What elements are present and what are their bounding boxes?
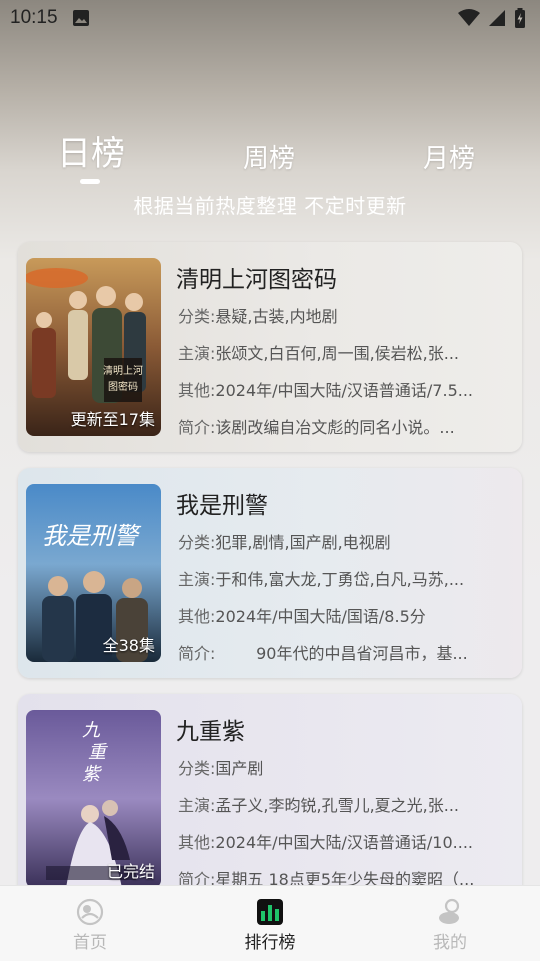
drama-poster[interactable]: 我是刑警 全38集 bbox=[26, 484, 161, 662]
poster-title-text: 我是刑警 bbox=[42, 522, 142, 550]
category-label: 分类: bbox=[178, 307, 216, 326]
intro-row: 简介: 90年代的中昌省河昌市，基... bbox=[178, 640, 508, 664]
poster-title-text: 九 bbox=[82, 720, 101, 741]
category-label: 分类: bbox=[178, 533, 216, 552]
episode-badge: 已完结 bbox=[106, 862, 155, 881]
signal-icon bbox=[489, 10, 505, 26]
drama-card[interactable]: 我是刑警 全38集 我是刑警 分类:犯罪,剧情,国产剧,电视剧 主演:于和伟,富… bbox=[18, 468, 522, 678]
nav-ranking-label: 排行榜 bbox=[244, 933, 296, 953]
gallery-notification-icon bbox=[72, 10, 89, 26]
intro-label: 简介: bbox=[178, 644, 216, 663]
wifi-icon bbox=[458, 9, 480, 26]
episode-badge: 全38集 bbox=[102, 636, 155, 655]
cast-label: 主演: bbox=[178, 570, 216, 589]
cast-value: 于和伟,富大龙,丁勇岱,白凡,马苏,... bbox=[215, 570, 465, 589]
other-row: 其他:2024年/中国大陆/汉语普通话/7.5... bbox=[178, 377, 508, 401]
ranking-subtitle: 根据当前热度整理 不定时更新 bbox=[133, 194, 407, 218]
category-value: 国产剧 bbox=[215, 759, 264, 778]
other-row: 其他:2024年/中国大陆/汉语普通话/10.... bbox=[178, 829, 508, 853]
intro-row: 简介:该剧改编自冶文彪的同名小说。... bbox=[178, 414, 508, 438]
svg-text:紫: 紫 bbox=[82, 764, 102, 785]
ranking-tabs: 日榜 周榜 月榜 bbox=[0, 130, 540, 190]
cast-row: 主演:于和伟,富大龙,丁勇岱,白凡,马苏,... bbox=[178, 566, 508, 590]
cast-value: 张颂文,白百何,周一围,侯岩松,张... bbox=[215, 344, 460, 363]
intro-value: 该剧改编自冶文彪的同名小说。... bbox=[215, 418, 455, 437]
ranking-icon bbox=[257, 899, 283, 925]
drama-title: 九重紫 bbox=[176, 719, 245, 745]
home-icon bbox=[76, 898, 104, 926]
drama-poster[interactable]: 清明上河 图密码 更新至17集 bbox=[26, 258, 161, 436]
category-row: 分类:国产剧 bbox=[178, 755, 508, 779]
profile-icon bbox=[439, 898, 460, 924]
nav-home[interactable]: 首页 bbox=[40, 898, 140, 953]
drama-title: 清明上河图密码 bbox=[176, 267, 337, 293]
drama-card[interactable]: 清明上河 图密码 更新至17集 清明上河图密码 分类:悬疑,古装,内地剧 主演:… bbox=[18, 242, 522, 452]
cast-label: 主演: bbox=[178, 344, 216, 363]
tab-weekly[interactable]: 周榜 bbox=[243, 138, 295, 175]
status-time: 10:15 bbox=[10, 7, 58, 28]
nav-home-label: 首页 bbox=[73, 933, 107, 953]
poster-title-text: 清明上河 bbox=[103, 364, 143, 377]
battery-icon bbox=[515, 8, 525, 28]
category-value: 犯罪,剧情,国产剧,电视剧 bbox=[215, 533, 391, 552]
cast-row: 主演:张颂文,白百何,周一围,侯岩松,张... bbox=[178, 340, 508, 364]
category-row: 分类:犯罪,剧情,国产剧,电视剧 bbox=[178, 529, 508, 553]
other-row: 其他:2024年/中国大陆/国语/8.5分 bbox=[178, 603, 508, 627]
tab-monthly[interactable]: 月榜 bbox=[423, 138, 475, 175]
other-label: 其他: bbox=[178, 833, 216, 852]
category-label: 分类: bbox=[178, 759, 216, 778]
svg-text:重: 重 bbox=[88, 742, 108, 763]
drama-title: 我是刑警 bbox=[176, 493, 268, 519]
tab-daily[interactable]: 日榜 bbox=[57, 126, 125, 175]
nav-profile[interactable]: 我的 bbox=[400, 898, 500, 953]
status-bar: 10:15 bbox=[0, 0, 540, 36]
other-value: 2024年/中国大陆/汉语普通话/7.5... bbox=[215, 381, 474, 400]
episode-badge: 更新至17集 bbox=[70, 410, 155, 429]
intro-label: 简介: bbox=[178, 418, 216, 437]
other-value: 2024年/中国大陆/汉语普通话/10.... bbox=[215, 833, 474, 852]
cast-label: 主演: bbox=[178, 796, 216, 815]
svg-text:图密码: 图密码 bbox=[108, 380, 138, 393]
nav-ranking[interactable]: 排行榜 bbox=[220, 898, 320, 953]
cast-value: 孟子义,李昀锐,孔雪儿,夏之光,张... bbox=[215, 796, 460, 815]
drama-poster[interactable]: 九 重 紫 已完结 bbox=[26, 710, 161, 888]
other-label: 其他: bbox=[178, 607, 216, 626]
drama-card[interactable]: 九 重 紫 已完结 九重紫 分类:国产剧 主演:孟子义,李昀锐,孔雪儿,夏之光,… bbox=[18, 694, 522, 904]
nav-profile-label: 我的 bbox=[433, 933, 467, 953]
intro-value: 90年代的中昌省河昌市，基... bbox=[215, 644, 468, 663]
cast-row: 主演:孟子义,李昀锐,孔雪儿,夏之光,张... bbox=[178, 792, 508, 816]
active-tab-indicator bbox=[80, 179, 100, 184]
category-value: 悬疑,古装,内地剧 bbox=[215, 307, 338, 326]
other-value: 2024年/中国大陆/国语/8.5分 bbox=[215, 607, 426, 626]
bottom-nav: 首页 排行榜 我的 bbox=[0, 885, 540, 961]
other-label: 其他: bbox=[178, 381, 216, 400]
category-row: 分类:悬疑,古装,内地剧 bbox=[178, 303, 508, 327]
